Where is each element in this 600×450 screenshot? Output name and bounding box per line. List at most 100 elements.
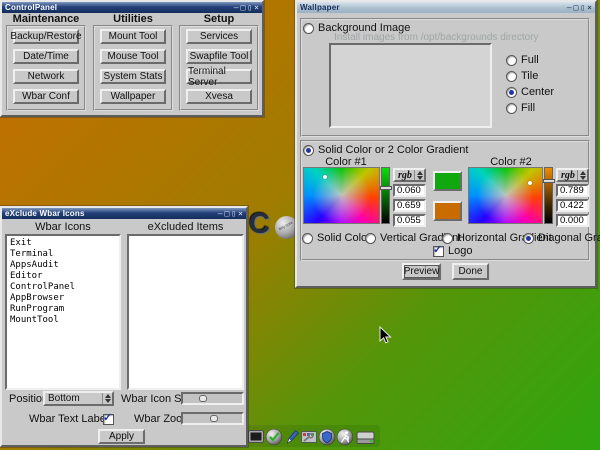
tinycore-logo-letter: C — [249, 208, 270, 241]
column-header-maintenance: Maintenance — [6, 13, 86, 25]
wallpaper-button[interactable]: Wallpaper — [100, 89, 166, 104]
mode-fill-radio[interactable]: Fill — [506, 102, 535, 114]
color2-marker[interactable] — [528, 181, 532, 185]
radio-dot — [302, 233, 313, 244]
column-header-utilities: Utilities — [93, 13, 173, 25]
radio-dot — [506, 71, 517, 82]
color1-slider-handle[interactable] — [380, 186, 392, 190]
mode-fill-label: Fill — [521, 102, 535, 114]
exclude-titlebar[interactable]: eXclude Wbar Icons – □ ▯ × — [2, 208, 246, 219]
maximize-icon[interactable]: □ — [241, 4, 246, 12]
color2-picker-field[interactable] — [468, 167, 543, 224]
color1-b-field[interactable] — [393, 214, 426, 227]
color1-r-field[interactable] — [393, 184, 426, 197]
solid-gradient-radio[interactable]: Solid Color or 2 Color Gradient — [303, 144, 468, 156]
network-button[interactable]: Network — [13, 69, 79, 84]
logo-checkbox-row[interactable]: Logo — [433, 245, 472, 257]
close-icon[interactable]: × — [587, 4, 592, 12]
color2-r-field[interactable] — [556, 184, 589, 197]
done-button[interactable]: Done — [452, 263, 489, 280]
xvesa-button[interactable]: Xvesa — [186, 89, 252, 104]
maximize-icon[interactable]: □ — [225, 210, 230, 218]
color1-mode-choice[interactable]: rgb — [393, 168, 426, 182]
background-image-list[interactable] — [329, 43, 492, 128]
radio-dot — [506, 87, 517, 98]
color1-value-slider[interactable] — [381, 167, 390, 224]
mode-tile-radio[interactable]: Tile — [506, 70, 538, 82]
tinycore-logo-text: tiny core — [278, 220, 294, 232]
shade-icon[interactable]: ▯ — [231, 210, 236, 218]
close-icon[interactable]: × — [254, 4, 259, 12]
dock-terminal-icon[interactable] — [247, 428, 265, 446]
color1-g-field[interactable] — [393, 199, 426, 212]
minimize-icon[interactable]: – — [218, 210, 223, 218]
preview-button[interactable]: Preview — [402, 263, 441, 280]
list-item[interactable]: Editor — [7, 271, 119, 282]
list-item[interactable]: AppBrowser — [7, 293, 119, 304]
list-item[interactable]: ControlPanel — [7, 282, 119, 293]
dock-app-browser-shield-icon[interactable] — [318, 428, 336, 446]
color1-picker-field[interactable] — [303, 167, 380, 224]
mount-tool-button[interactable]: Mount Tool — [100, 29, 166, 44]
mode-full-radio[interactable]: Full — [506, 54, 539, 66]
wbar-zoom-slider[interactable] — [181, 412, 244, 425]
apply-button[interactable]: Apply — [98, 429, 145, 444]
mode-center-label: Center — [521, 86, 554, 98]
list-item[interactable]: MountTool — [7, 315, 119, 326]
radio-dot — [365, 233, 376, 244]
wallpaper-titlebar[interactable]: Wallpaper – □ ▯ × — [297, 2, 595, 13]
color2-mode-choice[interactable]: rgb — [556, 168, 589, 182]
shade-icon[interactable]: ▯ — [580, 4, 585, 12]
date-time-button[interactable]: Date/Time — [13, 49, 79, 64]
system-stats-button[interactable]: System Stats — [100, 69, 166, 84]
dock-mount-tool-drive-icon[interactable] — [355, 428, 377, 446]
radio-dot — [506, 55, 517, 66]
color2-swatch — [433, 201, 462, 221]
excluded-items-list[interactable] — [127, 234, 244, 390]
dock-editor-pen-icon[interactable] — [283, 428, 301, 446]
radio-dot — [506, 103, 517, 114]
diagonal-gradient-radio[interactable]: Diagonal Gradient — [523, 232, 600, 244]
solid-color-label: Solid Color — [317, 232, 371, 244]
wbar-icons-header: Wbar Icons — [5, 221, 121, 233]
zoom-handle[interactable] — [210, 415, 218, 422]
control-panel-titlebar[interactable]: ControlPanel – □ ▯ × — [2, 2, 262, 13]
dock-apps-audit-icon[interactable] — [265, 428, 283, 446]
list-item[interactable]: AppsAudit — [7, 260, 119, 271]
swapfile-tool-button[interactable]: Swapfile Tool — [186, 49, 252, 64]
minimize-icon[interactable]: – — [567, 4, 572, 12]
solid-color-radio[interactable]: Solid Color — [302, 232, 371, 244]
maximize-icon[interactable]: □ — [574, 4, 579, 12]
dock-run-program-icon[interactable] — [336, 428, 354, 446]
wbar-conf-button[interactable]: Wbar Conf — [13, 89, 79, 104]
color2-b-field[interactable] — [556, 214, 589, 227]
position-choice[interactable]: Bottom — [43, 391, 114, 406]
stepper-arrows-icon — [577, 170, 587, 180]
close-icon[interactable]: × — [238, 210, 243, 218]
column-header-setup: Setup — [179, 13, 259, 25]
dock-control-panel-icon[interactable] — [300, 428, 318, 446]
wbar-icon-size-slider[interactable] — [181, 392, 244, 405]
color2-value-slider[interactable] — [544, 167, 553, 224]
mouse-tool-button[interactable]: Mouse Tool — [100, 49, 166, 64]
exclude-wbar-icons-window: eXclude Wbar Icons – □ ▯ × Wbar Icons eX… — [0, 206, 248, 447]
mode-center-radio[interactable]: Center — [506, 86, 554, 98]
list-item[interactable]: RunProgram — [7, 304, 119, 315]
color2-slider-handle[interactable] — [543, 179, 555, 183]
list-item[interactable]: Exit — [7, 238, 119, 249]
window-title: Wallpaper — [300, 3, 340, 12]
color1-swatch — [433, 171, 462, 191]
terminal-server-button[interactable]: Terminal Server — [186, 69, 252, 84]
minimize-icon[interactable]: – — [234, 4, 239, 12]
backup-restore-button[interactable]: Backup/Restore — [13, 29, 79, 44]
shade-icon[interactable]: ▯ — [247, 4, 252, 12]
icon-size-handle[interactable] — [199, 395, 207, 402]
wbar-icons-list[interactable]: Exit Terminal AppsAudit Editor ControlPa… — [5, 234, 121, 390]
color1-marker[interactable] — [323, 175, 327, 179]
list-item[interactable]: Terminal — [7, 249, 119, 260]
services-button[interactable]: Services — [186, 29, 252, 44]
logo-checkbox[interactable] — [433, 246, 444, 257]
wbar-text-labels-checkbox[interactable] — [103, 414, 114, 425]
color2-g-field[interactable] — [556, 199, 589, 212]
radio-dot — [442, 233, 453, 244]
